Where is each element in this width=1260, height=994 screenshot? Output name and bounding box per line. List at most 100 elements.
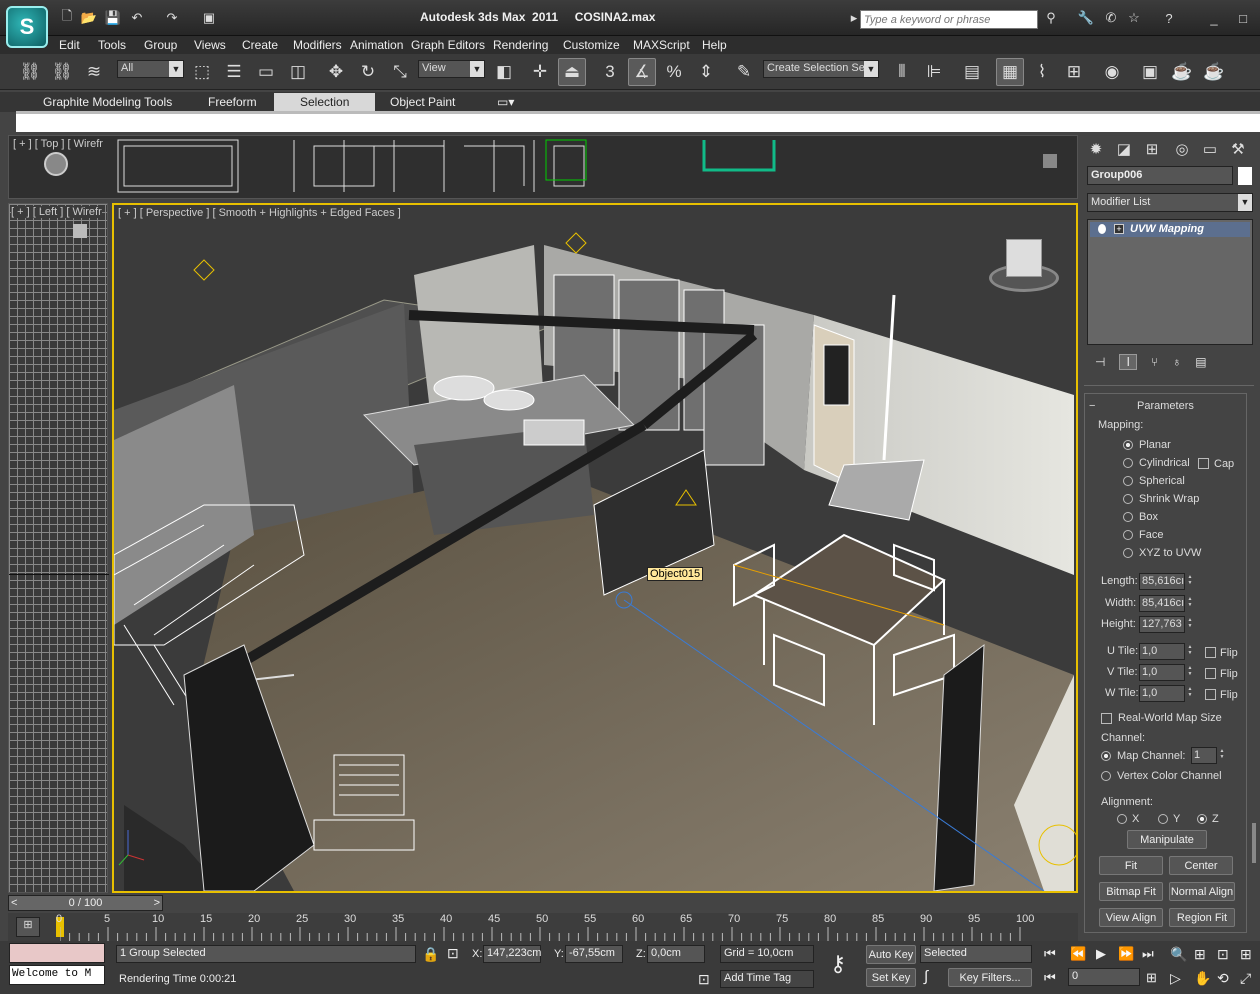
length-spinner[interactable]: 85,616cı (1139, 573, 1194, 590)
binoculars-icon[interactable]: ⚲ (1042, 9, 1060, 27)
normal-align-button[interactable]: Normal Align (1169, 882, 1235, 901)
expand-plus-icon[interactable]: + (1114, 224, 1124, 234)
mirror-icon[interactable]: ⫴ (888, 58, 916, 86)
spinner-snap-icon[interactable]: ⇕ (692, 58, 720, 86)
pin-stack-icon[interactable]: ⊣ (1095, 355, 1105, 369)
real-world-map-size-checkbox[interactable] (1101, 713, 1112, 724)
make-unique-icon[interactable]: ⑂ (1151, 355, 1158, 369)
w-flip-checkbox[interactable] (1205, 689, 1216, 700)
subscription-icon[interactable]: 🔧 (1077, 9, 1095, 27)
add-time-tag-field[interactable]: Add Time Tag (720, 970, 814, 988)
schematic-view-icon[interactable]: ⊞ (1060, 58, 1088, 86)
menu-views[interactable]: Views (194, 36, 226, 54)
menu-maxscript[interactable]: MAXScript (633, 36, 690, 54)
time-configuration-icon[interactable]: ⊞ (1146, 970, 1157, 986)
menu-help[interactable]: Help (702, 36, 727, 54)
viewcube-icon[interactable] (989, 239, 1059, 294)
light-bulb-icon[interactable] (1098, 224, 1106, 234)
selection-filter-dropdown[interactable]: All (117, 60, 184, 78)
select-and-link-icon[interactable]: ⛓ (16, 58, 44, 86)
zoom-extents-icon[interactable]: ⊡ (1217, 946, 1229, 963)
tab-freeform[interactable]: Freeform (208, 93, 257, 111)
new-file-icon[interactable]: 🗋 (58, 8, 76, 27)
pan-view-icon[interactable]: ✋ (1194, 970, 1211, 987)
snaps-toggle-icon[interactable]: 3 (596, 58, 624, 86)
rollout-collapse-icon[interactable]: − (1089, 400, 1095, 412)
named-selection-dropdown[interactable]: Create Selection Se (763, 60, 879, 78)
tab-graphite-modeling-tools[interactable]: Graphite Modeling Tools (43, 93, 172, 111)
project-folder-icon[interactable]: ▣ (200, 9, 218, 27)
select-by-name-icon[interactable]: ☰ (220, 58, 248, 86)
application-logo-icon[interactable]: S (6, 6, 48, 48)
orbit-icon[interactable]: ⟲ (1217, 970, 1229, 987)
viewport-perspective[interactable]: [ + ] [ Perspective ] [ Smooth + Highlig… (112, 203, 1078, 893)
display-tab-icon[interactable]: ▭ (1198, 137, 1222, 161)
maximize-viewport-icon[interactable]: ⤢ (1240, 970, 1251, 987)
previous-frame-icon[interactable]: ⏪ (1070, 946, 1086, 962)
material-editor-icon[interactable]: ◉ (1098, 58, 1126, 86)
cap-checkbox[interactable] (1198, 458, 1209, 469)
key-filters-button[interactable]: Key Filters... (948, 968, 1032, 987)
favorites-star-icon[interactable]: ☆ (1125, 9, 1143, 27)
menu-rendering[interactable]: Rendering (493, 36, 548, 54)
select-and-scale-icon[interactable]: ⤡ (386, 58, 414, 86)
key-tangent-icon[interactable]: ∫ (924, 968, 928, 985)
z-coordinate-field[interactable]: 0,0cm (647, 945, 705, 963)
radio-vertex-color-channel[interactable] (1101, 771, 1111, 781)
zoom-icon[interactable]: 🔍 (1170, 946, 1187, 963)
search-input[interactable] (860, 10, 1038, 29)
hierarchy-tab-icon[interactable]: ⊞ (1140, 137, 1164, 161)
lock-selection-icon[interactable]: 🔒 (422, 946, 439, 963)
viewport-top-label[interactable]: [ + ] [ Top ] [ Wirefr (13, 138, 103, 150)
graphite-toggle-icon[interactable]: ▦ (996, 58, 1024, 86)
radio-xyz-to-uvw[interactable] (1123, 548, 1133, 558)
percent-snap-icon[interactable]: % (660, 58, 688, 86)
remove-modifier-icon[interactable]: ♁ (1172, 355, 1181, 369)
manipulate-button[interactable]: Manipulate (1127, 830, 1207, 849)
object-color-swatch[interactable] (1238, 167, 1252, 185)
tab-selection[interactable]: Selection (274, 93, 376, 111)
layer-manager-icon[interactable]: ▤ (958, 58, 986, 86)
undo-icon[interactable]: ↶ (128, 9, 146, 27)
field-of-view-icon[interactable]: ▷ (1170, 970, 1181, 987)
open-file-icon[interactable]: 📂 (80, 9, 98, 27)
time-slider[interactable]: < 0 / 100 > (8, 895, 163, 911)
u-tile-spinner[interactable]: 1,0 (1139, 643, 1194, 660)
align-icon[interactable]: ⊫ (920, 58, 948, 86)
viewport-perspective-label[interactable]: [ + ] [ Perspective ] [ Smooth + Highlig… (118, 207, 401, 219)
rollout-title[interactable]: Parameters (1137, 400, 1194, 412)
set-key-icon[interactable]: ⚷ (830, 951, 846, 977)
select-and-rotate-icon[interactable]: ↻ (354, 58, 382, 86)
region-fit-button[interactable]: Region Fit (1169, 908, 1235, 927)
time-slider-prev-icon[interactable]: < (11, 896, 17, 910)
redo-icon[interactable]: ↷ (163, 9, 181, 27)
v-flip-checkbox[interactable] (1205, 668, 1216, 679)
key-mode-toggle-icon[interactable]: ⏮ (1044, 970, 1056, 986)
x-coordinate-field[interactable]: 147,223cm (483, 945, 541, 963)
menu-customize[interactable]: Customize (563, 36, 620, 54)
save-icon[interactable]: 💾 (104, 9, 122, 27)
ribbon-options-icon[interactable]: ▭▾ (497, 93, 514, 111)
help-icon[interactable]: ? (1160, 9, 1178, 27)
next-frame-icon[interactable]: ⏩ (1118, 946, 1134, 962)
unlink-icon[interactable]: ⛓ (48, 58, 76, 86)
select-and-move-icon[interactable]: ✥ (322, 58, 350, 86)
height-spinner[interactable]: 127,763 (1139, 616, 1194, 633)
play-icon[interactable]: ▶ (1096, 946, 1106, 962)
select-object-icon[interactable]: ⬚ (188, 58, 216, 86)
radio-map-channel[interactable] (1101, 751, 1111, 761)
motion-tab-icon[interactable]: ◎ (1170, 137, 1194, 161)
rectangular-selection-icon[interactable]: ▭ (252, 58, 280, 86)
reference-coordinate-dropdown[interactable]: View (418, 60, 485, 78)
object-name-field[interactable]: Group006 (1087, 166, 1233, 185)
map-channel-spinner[interactable]: 1 (1191, 747, 1226, 764)
zoom-all-icon[interactable]: ⊞ (1194, 946, 1206, 963)
w-tile-spinner[interactable]: 1,0 (1139, 685, 1194, 702)
set-key-button[interactable]: Set Key (866, 968, 916, 987)
maximize-icon[interactable]: □ (1234, 9, 1252, 27)
viewport-left[interactable]: [ + ] [ Left ] [ Wirefr (8, 203, 109, 893)
bind-space-warp-icon[interactable]: ≋ (80, 58, 108, 86)
menu-animation[interactable]: Animation (350, 36, 403, 54)
radio-shrink-wrap[interactable] (1123, 494, 1133, 504)
utilities-tab-icon[interactable]: ⚒ (1226, 137, 1250, 161)
